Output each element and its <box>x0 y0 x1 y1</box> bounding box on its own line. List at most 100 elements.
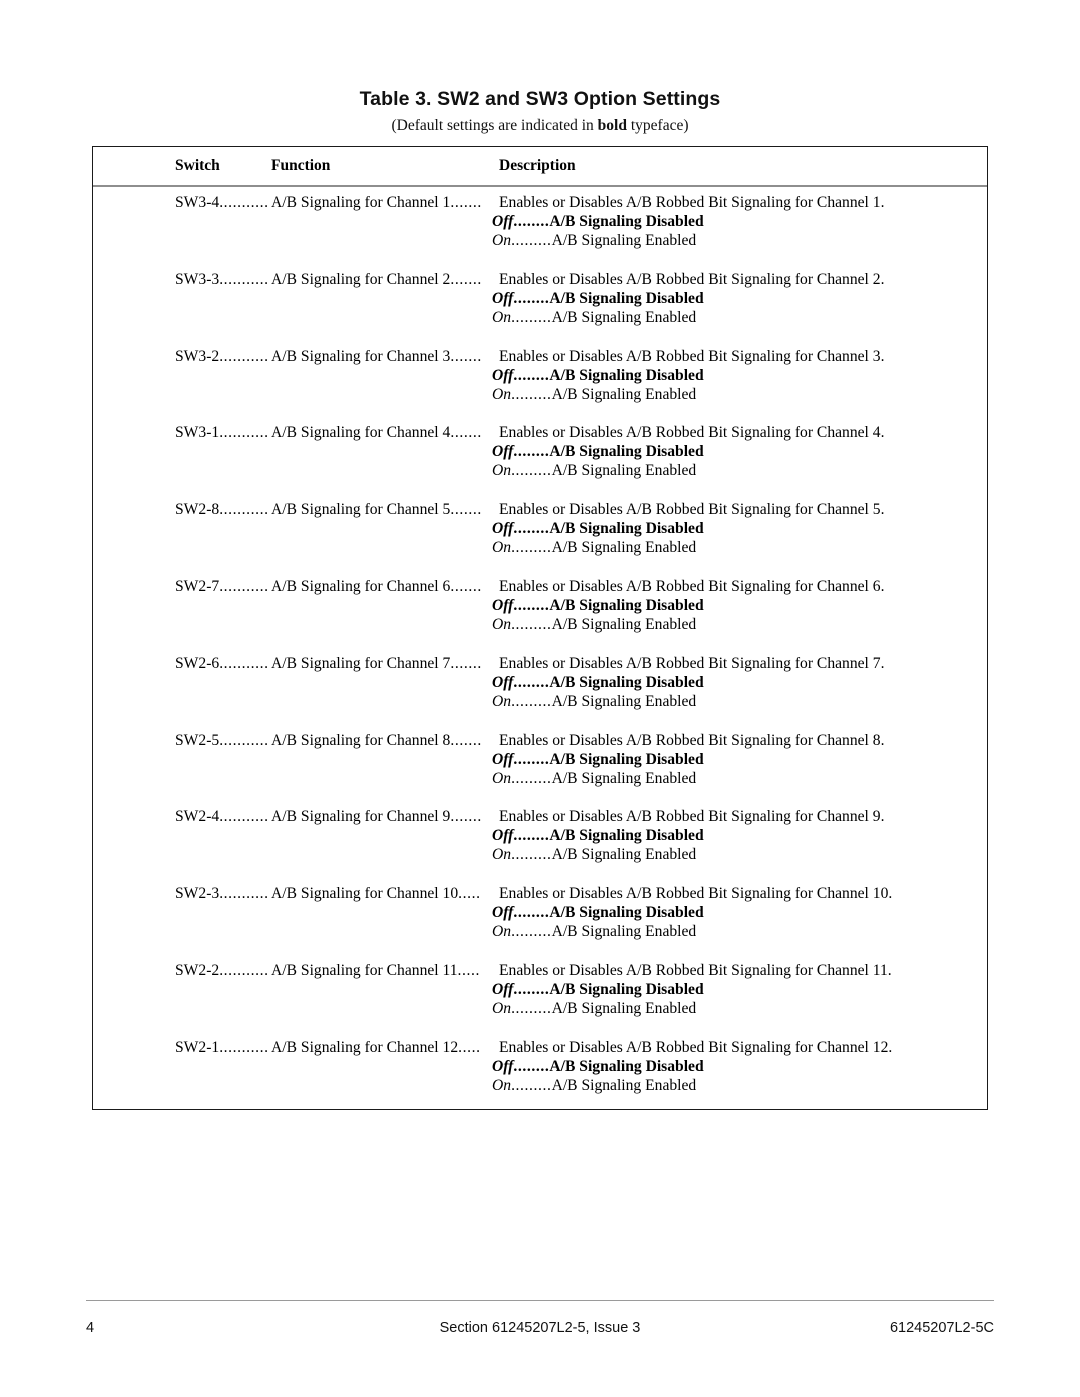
description-text: Enables or Disables A/B Robbed Bit Signa… <box>499 808 885 826</box>
option-on-label: On <box>492 1076 512 1094</box>
option-on-leader-dots: ......... <box>511 385 552 403</box>
option-on-description: A/B Signaling Enabled <box>551 385 697 403</box>
switch-cell: SW2-7........... <box>175 577 269 596</box>
switch-leader-dots: ........... <box>219 270 269 288</box>
switch-leader-dots: ........... <box>219 654 269 672</box>
description-text: Enables or Disables A/B Robbed Bit Signa… <box>499 961 892 979</box>
option-on-label: On <box>492 615 512 633</box>
option-on-label: On <box>492 462 512 480</box>
footer-divider <box>86 1300 994 1302</box>
option-on-leader-dots: ......... <box>511 999 552 1017</box>
function-cell: A/B Signaling for Channel 3....... <box>271 347 482 366</box>
switch-id: SW3-3 <box>175 270 220 288</box>
description-text: Enables or Disables A/B Robbed Bit Signa… <box>499 731 885 749</box>
option-off-label: Off <box>492 750 514 768</box>
description-text: Enables or Disables A/B Robbed Bit Signa… <box>499 501 885 519</box>
description-text: Enables or Disables A/B Robbed Bit Signa… <box>499 347 885 365</box>
option-on-label: On <box>492 846 512 864</box>
option-on-description: A/B Signaling Enabled <box>551 769 697 787</box>
switch-leader-dots: ........... <box>219 885 269 903</box>
function-leader-dots: ....... <box>450 424 482 442</box>
option-on-description: A/B Signaling Enabled <box>551 999 697 1017</box>
option-off-leader-dots: ........ <box>513 980 550 998</box>
option-off-leader-dots: ........ <box>513 289 550 307</box>
footer-section-label: Section 61245207L2-5, Issue 3 <box>439 1320 641 1336</box>
description-text: Enables or Disables A/B Robbed Bit Signa… <box>499 1038 893 1056</box>
option-off-label: Off <box>492 520 514 538</box>
option-off-description: A/B Signaling Disabled <box>549 289 704 307</box>
option-on: On.........A/B Signaling Enabled <box>492 1076 696 1095</box>
function-text: A/B Signaling for Channel 10 <box>271 885 459 903</box>
option-on-leader-dots: ......... <box>511 769 552 787</box>
function-cell: A/B Signaling for Channel 2....... <box>271 270 482 289</box>
switch-id: SW2-4 <box>175 808 220 826</box>
switch-cell: SW3-3........... <box>175 270 269 289</box>
switch-id: SW2-2 <box>175 961 220 979</box>
option-on: On.........A/B Signaling Enabled <box>492 538 696 557</box>
option-on-label: On <box>492 308 512 326</box>
option-on-leader-dots: ......... <box>511 232 552 249</box>
switch-id: SW2-7 <box>175 577 220 595</box>
option-on-label: On <box>492 232 512 249</box>
switch-cell: SW2-4........... <box>175 807 269 826</box>
function-cell: A/B Signaling for Channel 10..... <box>271 884 481 903</box>
option-on-label: On <box>492 999 512 1017</box>
option-off: Off........A/B Signaling Disabled <box>492 289 704 308</box>
switch-id: SW2-1 <box>175 1038 220 1056</box>
option-on-leader-dots: ......... <box>511 539 552 557</box>
switch-leader-dots: ........... <box>219 731 269 749</box>
option-off-description: A/B Signaling Disabled <box>549 366 704 384</box>
option-off-label: Off <box>492 366 514 384</box>
table-row: SW2-6........... A/B Signaling for Channe… <box>93 648 987 725</box>
function-text: A/B Signaling for Channel 4 <box>271 424 451 442</box>
table-row: SW3-2........... A/B Signaling for Channe… <box>93 341 987 418</box>
table-caption-block: Table 3. SW2 and SW3 Option Settings (De… <box>0 88 1080 135</box>
option-on-label: On <box>492 692 512 710</box>
switch-id: SW2-3 <box>175 885 220 903</box>
option-on: On.........A/B Signaling Enabled <box>492 385 696 404</box>
option-on-label: On <box>492 769 512 787</box>
option-off-description: A/B Signaling Disabled <box>549 980 704 998</box>
function-leader-dots: ....... <box>450 654 482 672</box>
option-off: Off........A/B Signaling Disabled <box>492 519 704 538</box>
table-row: SW3-1........... A/B Signaling for Channe… <box>93 417 987 494</box>
option-on: On.........A/B Signaling Enabled <box>492 692 696 711</box>
option-on-leader-dots: ......... <box>511 308 552 326</box>
option-off-leader-dots: ........ <box>513 366 550 384</box>
option-off-label: Off <box>492 980 514 998</box>
table-row: SW2-3........... A/B Signaling for Channe… <box>93 878 987 955</box>
option-on: On.........A/B Signaling Enabled <box>492 231 696 250</box>
function-cell: A/B Signaling for Channel 4....... <box>271 423 482 442</box>
option-off-label: Off <box>492 827 514 845</box>
option-off-label: Off <box>492 443 514 461</box>
footer-document-id: 61245207L2-5C <box>889 1320 994 1336</box>
option-off-label: Off <box>492 596 514 614</box>
option-on-description: A/B Signaling Enabled <box>551 615 697 633</box>
switch-cell: SW3-2........... <box>175 347 269 366</box>
options-table: Switch Function Description SW3-4.......… <box>92 146 988 1110</box>
function-text: A/B Signaling for Channel 8 <box>271 731 451 749</box>
option-on-label: On <box>492 385 512 403</box>
option-off-leader-dots: ........ <box>513 443 550 461</box>
option-off-description: A/B Signaling Disabled <box>549 213 704 230</box>
function-text: A/B Signaling for Channel 9 <box>271 808 451 826</box>
option-off: Off........A/B Signaling Disabled <box>492 366 704 385</box>
option-on-leader-dots: ......... <box>511 462 552 480</box>
option-off-label: Off <box>492 904 514 922</box>
option-on-label: On <box>492 539 512 557</box>
function-cell: A/B Signaling for Channel 7....... <box>271 654 482 673</box>
option-off-description: A/B Signaling Disabled <box>549 904 704 922</box>
option-on-leader-dots: ......... <box>511 846 552 864</box>
option-on: On.........A/B Signaling Enabled <box>492 845 696 864</box>
function-leader-dots: ..... <box>458 1038 481 1056</box>
option-off-description: A/B Signaling Disabled <box>549 596 704 614</box>
switch-leader-dots: ........... <box>219 501 269 519</box>
option-off: Off........A/B Signaling Disabled <box>492 673 704 692</box>
option-on-description: A/B Signaling Enabled <box>551 1076 697 1094</box>
function-cell: A/B Signaling for Channel 5....... <box>271 500 482 519</box>
option-on-leader-dots: ......... <box>511 615 552 633</box>
switch-leader-dots: ........... <box>219 347 269 365</box>
switch-id: SW2-5 <box>175 731 220 749</box>
description-text: Enables or Disables A/B Robbed Bit Signa… <box>499 654 885 672</box>
switch-leader-dots: ........... <box>219 808 269 826</box>
